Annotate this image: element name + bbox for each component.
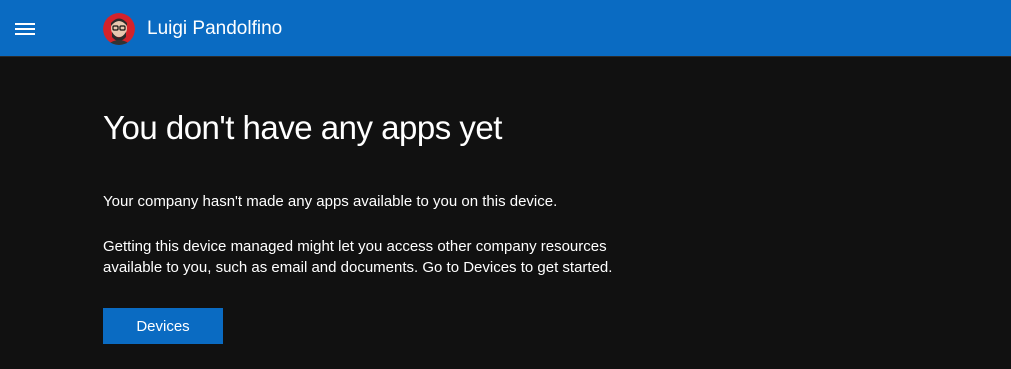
user-name: Luigi Pandolfino	[147, 18, 283, 39]
devices-button[interactable]: Devices	[103, 308, 223, 344]
user-avatar-icon	[103, 13, 135, 45]
empty-state-description: Getting this device managed might let yo…	[103, 238, 613, 276]
hamburger-menu-button[interactable]	[10, 14, 40, 44]
avatar[interactable]	[103, 13, 135, 45]
empty-state-message: Your company hasn't made any apps availa…	[103, 193, 558, 210]
page-title: You don't have any apps yet	[103, 109, 502, 146]
app-header: Luigi Pandolfino	[0, 0, 1011, 57]
